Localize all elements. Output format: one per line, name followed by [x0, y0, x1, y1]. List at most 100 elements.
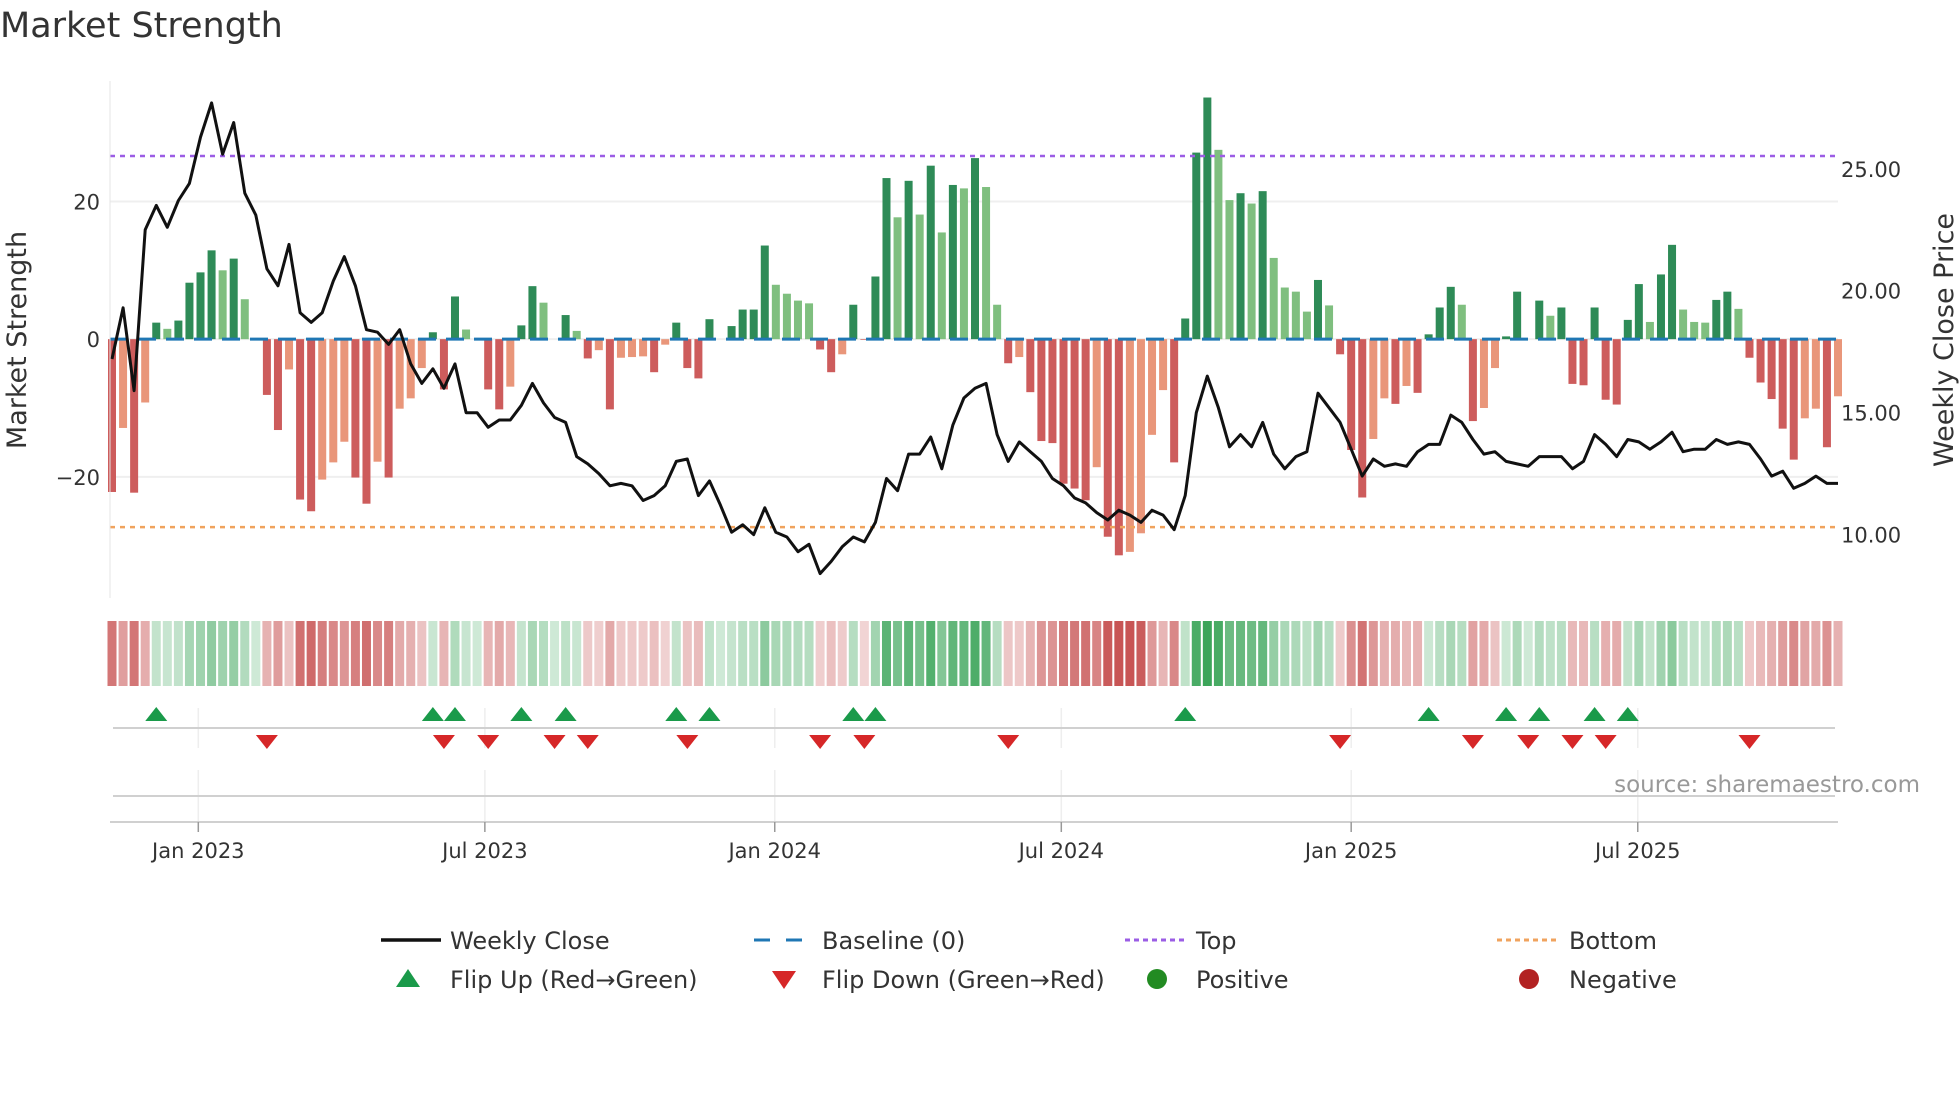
strength-bar	[926, 165, 935, 340]
strength-bar	[782, 293, 791, 340]
strip-cell	[1744, 621, 1754, 686]
strength-bar	[1623, 319, 1632, 340]
strength-bar	[1037, 339, 1046, 442]
strength-bar	[1181, 318, 1190, 340]
strip-cell	[1313, 621, 1323, 686]
strip-cell	[616, 621, 626, 686]
strip-cell	[671, 621, 681, 686]
strip-cell	[572, 621, 582, 686]
strip-cell	[881, 621, 891, 686]
strength-bar	[1701, 322, 1710, 340]
strip-cell	[738, 621, 748, 686]
strength-bar	[1789, 339, 1798, 460]
strip-cell	[1213, 621, 1223, 686]
strength-bar	[1645, 321, 1654, 340]
strength-bar	[1679, 309, 1688, 340]
flip-down-marker	[432, 735, 455, 749]
flip-down-marker	[255, 735, 278, 749]
strength-bar	[1236, 193, 1245, 340]
strip-cell	[1490, 621, 1500, 686]
strength-bar	[871, 276, 880, 340]
strength-bar	[1590, 307, 1599, 340]
strength-bar	[982, 187, 991, 340]
strip-cell	[516, 621, 526, 686]
legend-label: Weekly Close	[450, 927, 610, 955]
strip-cell	[660, 621, 670, 686]
strength-bar	[108, 339, 116, 492]
flip-down-marker	[1517, 735, 1540, 749]
strip-cell	[1612, 621, 1622, 686]
strength-bar	[1513, 291, 1522, 340]
strip-cell	[1767, 621, 1777, 686]
right-tick-label: 10.00	[1841, 524, 1901, 548]
strip-cell	[1346, 621, 1356, 686]
x-tick-label: Jul 2024	[1017, 839, 1104, 863]
strip-cell	[439, 621, 449, 686]
strip-cell	[1158, 621, 1168, 686]
strip-cell	[1413, 621, 1423, 686]
strength-bar	[152, 322, 161, 340]
strip-cell	[1733, 621, 1743, 686]
strip-cell	[406, 621, 416, 686]
legend-label: Flip Up (Red→Green)	[450, 966, 698, 994]
flip-markers	[113, 707, 1835, 797]
strip-cell	[638, 621, 648, 686]
legend-down-icon	[772, 971, 796, 989]
strip-cell	[749, 621, 759, 686]
strength-bar	[1634, 284, 1643, 340]
strength-bar	[174, 320, 183, 340]
strip-cell	[804, 621, 814, 686]
strip-cell	[1081, 621, 1091, 686]
strip-cell	[1435, 621, 1445, 686]
strip-cell	[173, 621, 183, 686]
strength-bar	[1579, 339, 1588, 386]
strength-bar	[1690, 321, 1699, 340]
strength-bar	[650, 339, 659, 373]
strength-bar	[207, 250, 216, 340]
strength-bar	[594, 339, 603, 351]
right-tick-label: 20.00	[1841, 280, 1901, 304]
legend-label: Top	[1195, 927, 1237, 955]
strength-bar	[694, 339, 703, 379]
x-tick-label: Jan 2025	[1303, 839, 1398, 863]
flip-up-marker	[443, 707, 466, 721]
strip-cell	[948, 621, 958, 686]
strength-bar	[285, 339, 294, 370]
strip-cell	[782, 621, 792, 686]
strength-bar	[1192, 152, 1201, 340]
strength-bar	[528, 286, 537, 340]
strip-cell	[1136, 621, 1146, 686]
x-axis: Jan 2023 Jul 2023 Jan 2024 Jul 2024 Jan 2025…	[110, 821, 1838, 863]
strip-cell	[704, 621, 714, 686]
market-strength-chart: 20 0 −20 25.00 20.00 15.00 10.00 Jan 2023 Jul 2…	[2, 81, 1960, 994]
strength-bar	[1413, 339, 1422, 393]
strip-cell	[1811, 621, 1821, 686]
strip-cell	[959, 621, 969, 686]
strip-cell	[1036, 621, 1046, 686]
strip-cell	[1479, 621, 1489, 686]
strip-cell	[107, 621, 117, 686]
strip-cell	[1003, 621, 1013, 686]
strip-cell	[815, 621, 825, 686]
strength-bar	[1800, 339, 1809, 419]
strength-bar	[1125, 339, 1134, 552]
strip-cell	[1634, 621, 1644, 686]
x-tick-label: Jul 2025	[1593, 839, 1680, 863]
strength-bar	[1568, 339, 1577, 384]
strength-bar	[639, 339, 648, 357]
legend-pos-icon	[1147, 969, 1167, 989]
strip-cell	[240, 621, 250, 686]
strength-bar	[141, 339, 150, 403]
strength-bar	[1668, 244, 1677, 340]
strength-bar	[1767, 339, 1776, 400]
strength-bar	[628, 339, 637, 358]
strip-cell	[1191, 621, 1201, 686]
flip-up-marker	[1528, 707, 1551, 721]
right-axis-label: Weekly Close Price	[1929, 213, 1960, 467]
strip-cell	[1689, 621, 1699, 686]
strip-cell	[162, 621, 172, 686]
strength-bar	[672, 322, 681, 340]
strength-bar	[495, 339, 504, 410]
strength-bar	[373, 339, 382, 462]
strip-cell	[837, 621, 847, 686]
